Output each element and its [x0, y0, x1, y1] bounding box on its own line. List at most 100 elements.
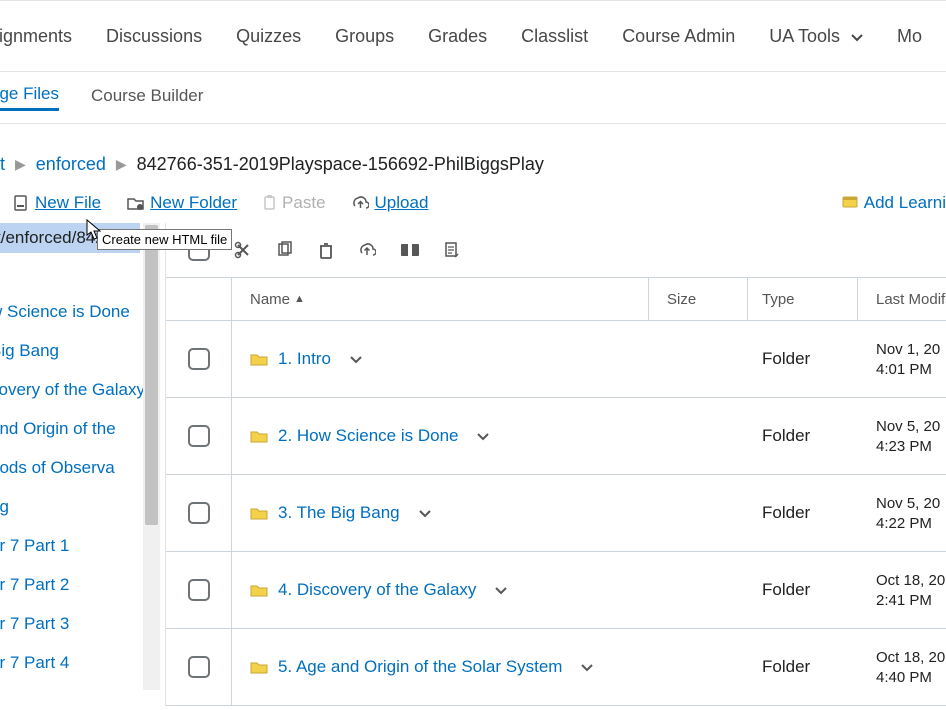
- nav-quizzes[interactable]: Quizzes: [236, 26, 301, 47]
- folder-tree: t/enforced/84276 o w Science is Done Big…: [0, 223, 165, 706]
- sub-nav: age Files Course Builder: [0, 72, 946, 124]
- scrollbar-vertical[interactable]: [143, 223, 160, 690]
- folder-link[interactable]: 4. Discovery of the Galaxy: [250, 580, 476, 600]
- tree-item[interactable]: o: [0, 253, 155, 292]
- row-checkbox[interactable]: [188, 579, 210, 601]
- breadcrumb-current: 842766-351-2019Playspace-156692-PhilBigg…: [137, 154, 544, 175]
- col-name-label: Name: [250, 291, 290, 308]
- folder-icon: [250, 429, 268, 443]
- nav-course-admin[interactable]: Course Admin: [622, 26, 735, 47]
- file-table: Name ▲ Size Type Last Modif 1. Intro Fol…: [166, 277, 946, 706]
- table-row: 1. Intro Folder Nov 1, 204:01 PM: [166, 321, 946, 398]
- nav-classlist[interactable]: Classlist: [521, 26, 588, 47]
- cell-modified: Oct 18, 204:40 PM: [858, 629, 946, 705]
- chevron-down-icon[interactable]: [580, 657, 594, 677]
- chevron-down-icon[interactable]: [476, 426, 490, 446]
- upload-label: Upload: [375, 193, 429, 213]
- folder-name: 3. The Big Bang: [278, 503, 400, 523]
- tab-course-builder[interactable]: Course Builder: [91, 86, 203, 110]
- breadcrumb-2[interactable]: enforced: [36, 154, 106, 175]
- col-name-header[interactable]: Name ▲: [232, 278, 649, 320]
- delete-icon[interactable]: [318, 241, 334, 259]
- table-row: 4. Discovery of the Galaxy Folder Oct 18…: [166, 552, 946, 629]
- cell-type: Folder: [748, 398, 858, 474]
- chevron-down-icon: [851, 26, 863, 46]
- chevron-down-icon[interactable]: [494, 580, 508, 600]
- folder-icon: [250, 352, 268, 366]
- tree-item[interactable]: er 7 Part 1: [0, 526, 155, 565]
- cell-type: Folder: [748, 552, 858, 628]
- breadcrumb-sep-icon: ▶: [15, 156, 26, 173]
- folder-link[interactable]: 1. Intro: [250, 349, 331, 369]
- upload-action-icon[interactable]: [358, 242, 376, 258]
- cell-type: Folder: [748, 475, 858, 551]
- cell-modified: Nov 5, 204:22 PM: [858, 475, 946, 551]
- breadcrumb: nt ▶ enforced ▶ 842766-351-2019Playspace…: [0, 124, 946, 189]
- table-row: 2. How Science is Done Folder Nov 5, 204…: [166, 398, 946, 475]
- upload-button[interactable]: Upload: [352, 193, 429, 213]
- tree-item[interactable]: ng: [0, 487, 155, 526]
- bulk-action-bar: [166, 223, 946, 277]
- row-checkbox[interactable]: [188, 502, 210, 524]
- add-learning-icon: [842, 193, 858, 213]
- folder-name: 2. How Science is Done: [278, 426, 458, 446]
- nav-assignments[interactable]: signments: [0, 26, 72, 47]
- tree-item[interactable]: er 7 Part 3: [0, 604, 155, 643]
- folder-link[interactable]: 2. How Science is Done: [250, 426, 458, 446]
- folder-icon: [250, 583, 268, 597]
- cut-icon[interactable]: [234, 241, 252, 259]
- main-split: t/enforced/84276 o w Science is Done Big…: [0, 223, 946, 706]
- tree-item[interactable]: and Origin of the: [0, 409, 155, 448]
- new-file-button[interactable]: New File: [14, 193, 101, 213]
- tree-item[interactable]: hods of Observa: [0, 448, 155, 487]
- tree-item[interactable]: er 7 Part 2: [0, 565, 155, 604]
- upload-icon: [352, 196, 369, 211]
- scrollbar-thumb[interactable]: [145, 225, 158, 525]
- nav-ua-tools[interactable]: UA Tools: [769, 26, 863, 47]
- folder-name: 1. Intro: [278, 349, 331, 369]
- cell-type: Folder: [748, 629, 858, 705]
- col-modified-header[interactable]: Last Modif: [858, 278, 946, 320]
- mouse-cursor-icon: [84, 218, 104, 242]
- add-learning-button[interactable]: Add Learni: [842, 193, 946, 213]
- col-type-header[interactable]: Type: [748, 278, 858, 320]
- cell-modified: Nov 1, 204:01 PM: [858, 321, 946, 397]
- folder-name: 5. Age and Origin of the Solar System: [278, 657, 562, 677]
- row-checkbox[interactable]: [188, 425, 210, 447]
- breadcrumb-1[interactable]: nt: [0, 154, 5, 175]
- tree-item[interactable]: covery of the Galaxy: [0, 370, 155, 409]
- tab-manage-files[interactable]: age Files: [0, 84, 59, 111]
- nav-grades[interactable]: Grades: [428, 26, 487, 47]
- folder-link[interactable]: 5. Age and Origin of the Solar System: [250, 657, 562, 677]
- chevron-down-icon[interactable]: [349, 349, 363, 369]
- new-folder-icon: [127, 196, 144, 210]
- paste-icon: [263, 195, 276, 211]
- nav-more[interactable]: Mo: [897, 26, 922, 47]
- paste-button: Paste: [263, 193, 325, 213]
- folder-link[interactable]: 3. The Big Bang: [250, 503, 400, 523]
- tree-item[interactable]: Big Bang: [0, 331, 155, 370]
- table-header: Name ▲ Size Type Last Modif: [166, 277, 946, 321]
- file-listing: Name ▲ Size Type Last Modif 1. Intro Fol…: [165, 223, 946, 706]
- row-checkbox[interactable]: [188, 348, 210, 370]
- tree-item[interactable]: er 7 Part 4: [0, 643, 155, 682]
- add-learning-label: Add Learni: [864, 193, 946, 213]
- cell-modified: Nov 5, 204:23 PM: [858, 398, 946, 474]
- table-row: 5. Age and Origin of the Solar System Fo…: [166, 629, 946, 706]
- bulk-edit-icon[interactable]: [444, 241, 460, 259]
- tooltip-new-file: Create new HTML file: [97, 229, 232, 250]
- nav-discussions[interactable]: Discussions: [106, 26, 202, 47]
- nav-groups[interactable]: Groups: [335, 26, 394, 47]
- chevron-down-icon[interactable]: [418, 503, 432, 523]
- tree-item[interactable]: w Science is Done: [0, 292, 155, 331]
- col-size-header[interactable]: Size: [649, 278, 748, 320]
- copy-icon[interactable]: [276, 241, 294, 259]
- table-row: 3. The Big Bang Folder Nov 5, 204:22 PM: [166, 475, 946, 552]
- breadcrumb-sep-icon: ▶: [116, 156, 127, 173]
- row-checkbox[interactable]: [188, 656, 210, 678]
- new-folder-button[interactable]: New Folder: [127, 193, 237, 213]
- folder-icon: [250, 506, 268, 520]
- top-nav: signments Discussions Quizzes Groups Gra…: [0, 0, 946, 72]
- zip-icon[interactable]: [400, 243, 420, 257]
- new-folder-label: New Folder: [150, 193, 237, 213]
